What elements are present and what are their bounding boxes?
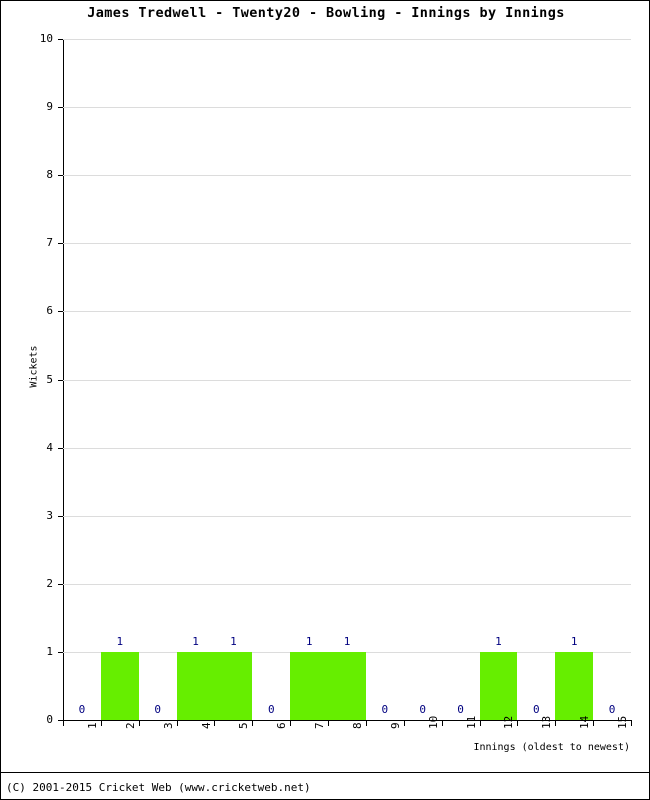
- gridline: [63, 311, 631, 313]
- y-axis-label: Wickets: [28, 345, 40, 388]
- gridline: [63, 379, 631, 381]
- x-tick-label: 7: [313, 722, 327, 729]
- x-tick-label: 9: [388, 722, 402, 729]
- x-tick-label: 11: [464, 715, 478, 729]
- x-tick-label: 15: [616, 715, 630, 729]
- gridline: [63, 515, 631, 517]
- bar-value-label: 1: [116, 634, 124, 648]
- x-tick-label: 4: [199, 722, 213, 729]
- x-tick-mark: [100, 721, 102, 726]
- x-tick-mark: [517, 721, 519, 726]
- y-tick-mark: [58, 447, 63, 449]
- bar: [290, 651, 329, 720]
- x-tick-mark: [214, 721, 216, 726]
- x-tick-mark: [555, 721, 557, 726]
- y-tick-mark: [58, 379, 63, 381]
- y-tick-label: 10: [39, 32, 53, 45]
- y-tick-mark: [58, 39, 63, 40]
- bar: [328, 651, 366, 720]
- bar-value-label: 1: [192, 634, 199, 648]
- x-tick-mark: [441, 721, 443, 726]
- x-tick-mark: [328, 721, 330, 726]
- x-tick-label: 1: [85, 722, 99, 729]
- x-tick-mark: [176, 721, 178, 726]
- x-tick-label: 13: [540, 715, 554, 729]
- bar: [479, 651, 518, 720]
- x-axis-label: Innings (oldest to newest): [473, 742, 630, 753]
- plot-area: [63, 39, 631, 720]
- bar: [100, 651, 139, 720]
- y-tick-label: 8: [46, 168, 53, 182]
- chart-title: James Tredwell - Twenty20 - Bowling - In…: [87, 5, 565, 21]
- y-tick-mark: [58, 583, 63, 585]
- y-tick-label: 3: [46, 508, 53, 522]
- y-tick-label: 0: [46, 713, 53, 726]
- x-tick-mark: [403, 721, 405, 726]
- gridline: [63, 447, 631, 449]
- bar: [176, 651, 215, 720]
- y-tick-mark: [58, 175, 63, 177]
- y-tick-label: 9: [46, 100, 53, 114]
- x-tick-label: 2: [123, 722, 137, 729]
- x-tick-label: 8: [351, 722, 364, 729]
- bar: [555, 651, 594, 720]
- x-tick-label: 14: [578, 715, 592, 729]
- gridline: [63, 243, 631, 245]
- x-tick-label: 10: [426, 715, 440, 729]
- bar-value-label: 1: [305, 634, 313, 648]
- x-tick-mark: [593, 721, 595, 726]
- gridline: [63, 107, 631, 109]
- footer-separator: [1, 772, 649, 773]
- x-tick-mark: [63, 721, 64, 726]
- x-tick-label: 3: [161, 722, 175, 729]
- bar-value-label: 0: [419, 703, 427, 716]
- bar-value-label: 0: [381, 703, 389, 716]
- y-tick-mark: [58, 515, 63, 517]
- bar-value-label: 1: [570, 634, 578, 648]
- x-tick-mark: [479, 721, 481, 726]
- x-tick-mark: [290, 721, 292, 726]
- x-tick-label: 12: [502, 715, 516, 729]
- y-tick-label: 7: [46, 236, 53, 250]
- bar-value-label: 1: [230, 634, 237, 648]
- bar-value-label: 0: [267, 703, 275, 716]
- y-tick-mark: [58, 311, 63, 313]
- bowling-innings-chart: James Tredwell - Twenty20 - Bowling - In…: [0, 0, 650, 800]
- bar-value-label: 0: [154, 703, 161, 716]
- y-tick-label: 1: [46, 644, 53, 658]
- copyright-text: (C) 2001-2015 Cricket Web (www.cricketwe…: [6, 781, 311, 794]
- x-tick-label: 5: [237, 722, 251, 729]
- bar: [214, 651, 253, 720]
- bar-value-label: 0: [457, 703, 464, 716]
- y-tick-mark: [58, 243, 63, 245]
- bar-value-label: 0: [608, 703, 616, 716]
- y-tick-label: 6: [46, 304, 53, 318]
- x-tick-mark: [138, 721, 140, 726]
- x-tick-label: 6: [275, 722, 289, 729]
- x-tick-mark: [631, 721, 632, 726]
- gridline: [63, 175, 631, 177]
- y-tick-label: 4: [46, 440, 53, 454]
- gridline: [63, 583, 631, 585]
- x-tick-mark: [252, 721, 254, 726]
- y-tick-label: 2: [46, 576, 53, 590]
- bar-value-label: 0: [533, 703, 540, 716]
- y-tick-mark: [58, 651, 63, 653]
- gridline: [63, 39, 631, 40]
- x-tick-mark: [365, 721, 367, 726]
- bar-value-label: 1: [343, 634, 351, 648]
- bar-value-label: 1: [495, 634, 502, 648]
- y-tick-mark: [58, 107, 63, 109]
- bar-value-label: 0: [78, 703, 86, 716]
- y-tick-label: 5: [46, 372, 53, 386]
